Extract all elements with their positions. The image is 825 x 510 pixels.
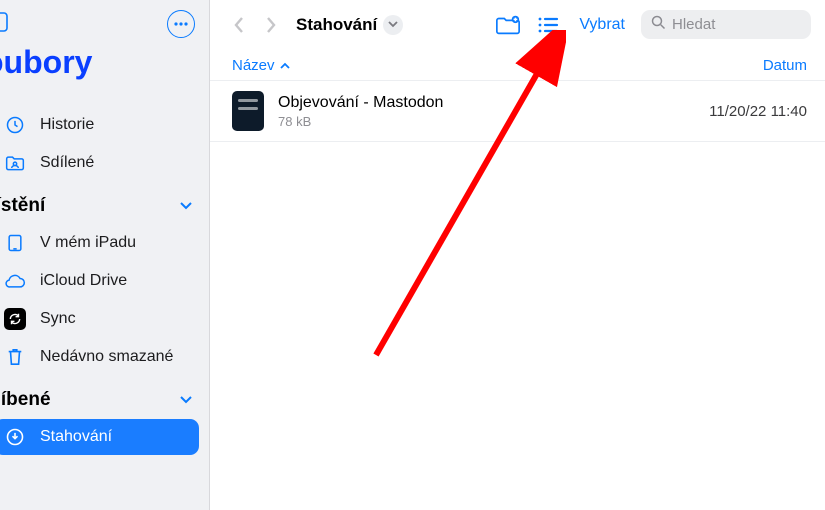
chevron-up-icon (280, 62, 290, 70)
chevron-down-icon (179, 395, 193, 405)
sidebar-toggle-icon[interactable] (0, 12, 8, 37)
sidebar: oubory Historie Sdílené nístění (0, 0, 210, 510)
folder-title[interactable]: Stahování (296, 15, 403, 35)
back-button[interactable] (228, 12, 250, 38)
chevron-down-icon (179, 201, 193, 211)
search-field[interactable] (641, 10, 811, 39)
file-name: Objevování - Mastodon (278, 93, 709, 113)
sidebar-item-label: Sync (40, 310, 189, 328)
sidebar-item-on-my-ipad[interactable]: V mém iPadu (0, 225, 199, 261)
select-button[interactable]: Vybrat (573, 16, 631, 34)
sidebar-item-label: Sdílené (40, 154, 189, 172)
sidebar-item-label: V mém iPadu (40, 234, 189, 252)
forward-button[interactable] (260, 12, 282, 38)
more-button[interactable] (167, 10, 195, 38)
sidebar-item-sync[interactable]: Sync (0, 301, 199, 337)
section-locations-header[interactable]: nístění (0, 189, 209, 223)
folder-name-label: Stahování (296, 15, 377, 35)
toolbar: Stahování Vybrat (210, 0, 825, 45)
sidebar-item-recently-deleted[interactable]: Nedávno smazané (0, 339, 199, 375)
section-title: nístění (0, 195, 45, 217)
file-row[interactable]: Objevování - Mastodon 78 kB 11/20/22 11:… (210, 80, 825, 142)
list-view-button[interactable] (533, 12, 563, 38)
ipad-icon (4, 232, 26, 254)
chevron-down-icon (383, 15, 403, 35)
download-folder-icon (4, 426, 26, 448)
file-size: 78 kB (278, 114, 709, 129)
sidebar-item-label: Nedávno smazané (40, 348, 189, 366)
section-title: dlíbené (0, 389, 51, 411)
app-title: oubory (0, 44, 209, 81)
sidebar-item-label: Stahování (40, 428, 189, 446)
column-header-date[interactable]: Datum (763, 57, 807, 74)
file-date: 11/20/22 11:40 (709, 103, 807, 120)
sidebar-item-downloads[interactable]: Stahování (0, 419, 199, 455)
sidebar-item-label: iCloud Drive (40, 272, 189, 290)
section-favorites-header[interactable]: dlíbené (0, 383, 209, 417)
trash-icon (4, 346, 26, 368)
clock-icon (4, 114, 26, 136)
column-name-label: Název (232, 57, 275, 74)
folder-shared-icon (4, 152, 26, 174)
column-header-name[interactable]: Název (232, 57, 290, 74)
icloud-icon (4, 270, 26, 292)
search-icon (651, 15, 666, 34)
new-folder-button[interactable] (493, 12, 523, 38)
sidebar-item-shared[interactable]: Sdílené (0, 145, 199, 181)
search-input[interactable] (672, 16, 801, 33)
sidebar-item-history[interactable]: Historie (0, 107, 199, 143)
sync-app-icon (4, 308, 26, 330)
sidebar-item-icloud-drive[interactable]: iCloud Drive (0, 263, 199, 299)
file-thumbnail (232, 91, 264, 131)
sidebar-item-label: Historie (40, 116, 189, 134)
main-content: Stahování Vybrat (210, 0, 825, 510)
